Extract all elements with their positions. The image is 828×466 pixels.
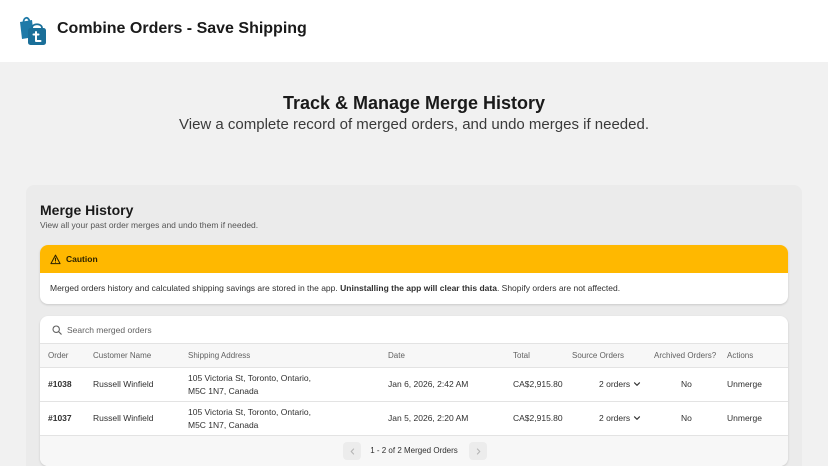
col-header-address[interactable]: Shipping Address (188, 351, 250, 360)
col-header-archived[interactable]: Archived Orders? (654, 351, 716, 360)
merge-history-table: Order Customer Name Shipping Address Dat… (40, 316, 788, 466)
app-header: Combine Orders - Save Shipping (0, 0, 828, 62)
shopping-bag-logo-icon (20, 16, 46, 45)
col-header-customer[interactable]: Customer Name (93, 351, 151, 360)
search-icon (52, 324, 62, 335)
address-line-2: M5C 1N7, Canada (188, 420, 259, 430)
warning-icon (50, 254, 61, 264)
table-row[interactable]: #1038 Russell Winfield 105 Victoria St, … (40, 368, 788, 402)
address-line-1: 105 Victoria St, Toronto, Ontario, (188, 373, 312, 383)
col-header-source[interactable]: Source Orders (572, 351, 624, 360)
page-title: Track & Manage Merge History (282, 93, 546, 113)
merge-date: Jan 5, 2026, 2:20 AM (388, 413, 469, 423)
archived-status: No (681, 413, 692, 423)
order-number[interactable]: #1038 (48, 379, 72, 389)
shipping-address: 105 Victoria St, Toronto, Ontario, M5C 1… (188, 406, 311, 432)
source-orders-toggle[interactable]: 2 orders (599, 379, 641, 389)
caution-header: Caution (40, 245, 788, 273)
caution-text-end: . Shopify orders are not affected. (496, 283, 621, 293)
search-bar[interactable] (40, 316, 788, 344)
page-subtitle: View a complete record of merged orders,… (179, 116, 649, 133)
col-header-order[interactable]: Order (48, 351, 68, 360)
chevron-right-icon (476, 447, 480, 455)
merge-history-panel: Merge History View all your past order m… (26, 185, 802, 466)
archived-status: No (681, 379, 692, 389)
col-header-total[interactable]: Total (513, 351, 530, 360)
search-input[interactable] (67, 324, 467, 335)
order-number[interactable]: #1037 (48, 413, 72, 423)
unmerge-button[interactable]: Unmerge (727, 379, 762, 389)
chevron-down-icon (634, 382, 641, 386)
caution-text-start: Merged orders history and calculated shi… (50, 283, 341, 293)
customer-name: Russell Winfield (93, 379, 154, 389)
col-header-actions: Actions (727, 351, 754, 360)
customer-name: Russell Winfield (93, 413, 154, 423)
address-line-1: 105 Victoria St, Toronto, Ontario, (188, 407, 312, 417)
col-header-date[interactable]: Date (388, 351, 405, 360)
address-line-2: M5C 1N7, Canada (188, 386, 259, 396)
caution-banner: Caution Merged orders history and calcul… (40, 245, 788, 304)
order-total: CA$2,915.80 (513, 379, 563, 389)
merge-date: Jan 6, 2026, 2:42 AM (388, 379, 469, 389)
chevron-down-icon (634, 416, 641, 420)
panel-subtitle: View all your past order merges and undo… (40, 220, 259, 230)
pagination: 1 - 2 of 2 Merged Orders (40, 436, 788, 466)
caution-text-bold: Uninstalling the app will clear this dat… (340, 283, 497, 293)
table-header: Order Customer Name Shipping Address Dat… (40, 344, 788, 368)
shipping-address: 105 Victoria St, Toronto, Ontario, M5C 1… (188, 372, 311, 398)
caution-title: Caution (66, 254, 98, 264)
source-orders-label: 2 orders (599, 379, 631, 389)
source-orders-toggle[interactable]: 2 orders (599, 413, 641, 423)
source-orders-label: 2 orders (599, 413, 631, 423)
app-title: Combine Orders - Save Shipping (57, 20, 307, 37)
unmerge-button[interactable]: Unmerge (727, 413, 762, 423)
order-total: CA$2,915.80 (513, 413, 563, 423)
panel-title: Merge History (40, 202, 134, 218)
pagination-next-button[interactable] (469, 442, 487, 460)
caution-message: Merged orders history and calculated shi… (40, 273, 788, 293)
table-row[interactable]: #1037 Russell Winfield 105 Victoria St, … (40, 402, 788, 436)
pagination-label: 1 - 2 of 2 Merged Orders (370, 446, 458, 455)
